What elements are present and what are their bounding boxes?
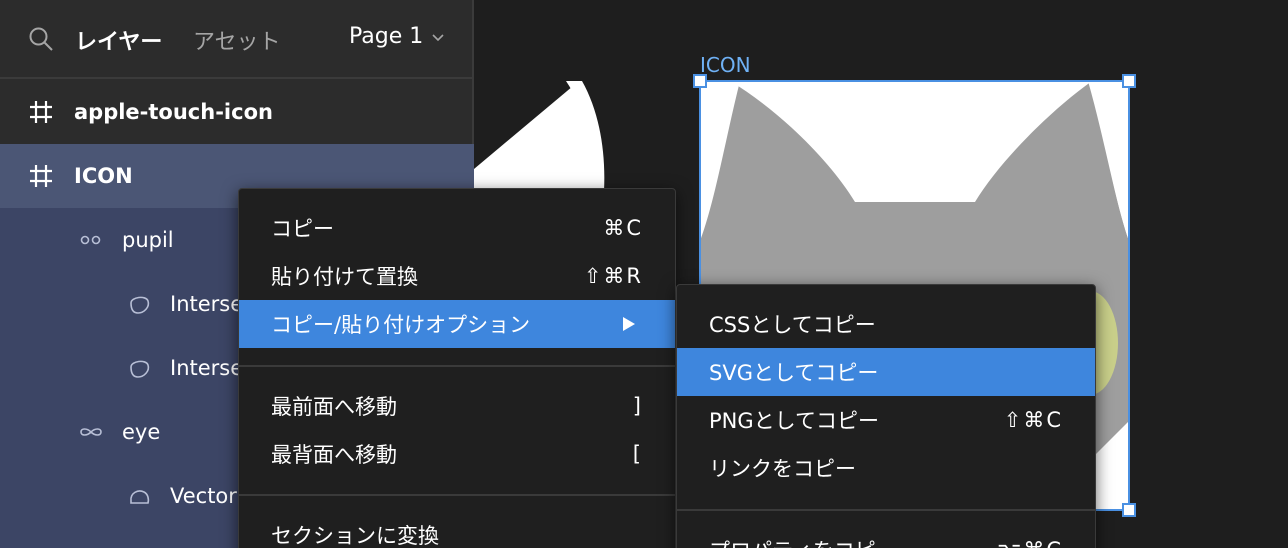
page-selector[interactable]: Page 1 bbox=[349, 24, 445, 49]
resize-handle-top-left[interactable] bbox=[693, 74, 707, 88]
layer-label: apple-touch-icon bbox=[74, 100, 273, 124]
menu-item-shortcut: ⌘C bbox=[603, 216, 643, 240]
menu-item-label: 貼り付けて置換 bbox=[271, 265, 418, 289]
resize-handle-top-right[interactable] bbox=[1122, 74, 1136, 88]
layer-label: eye bbox=[122, 420, 161, 444]
frame-name-label[interactable]: ICON bbox=[700, 53, 751, 77]
boolean-icon bbox=[130, 360, 150, 378]
tab-layers[interactable]: レイヤー bbox=[75, 24, 162, 56]
frame-icon bbox=[30, 101, 52, 123]
layer-label: Interse bbox=[170, 356, 244, 380]
menu-item-shortcut: [ bbox=[632, 442, 643, 466]
group-icon bbox=[80, 428, 102, 436]
apple-touch-icon-artwork bbox=[474, 81, 608, 191]
menu-item-label: コピー/貼り付けオプション bbox=[271, 313, 531, 337]
layer-label: Interse bbox=[170, 292, 244, 316]
menu-item-label: セクションに変換 bbox=[271, 524, 439, 548]
boolean-icon bbox=[130, 296, 150, 314]
menu-item-shortcut: ⇧⌘C bbox=[1003, 408, 1063, 432]
submenu-item-copy-properties[interactable]: プロパティをコピー ⌥⌘C bbox=[677, 526, 1095, 548]
menu-item-send-to-back[interactable]: 最背面へ移動 [ bbox=[239, 430, 675, 478]
menu-item-shortcut: ⌥⌘C bbox=[997, 538, 1063, 548]
layer-label: ICON bbox=[74, 164, 133, 188]
menu-item-convert-to-section[interactable]: セクションに変換 bbox=[239, 511, 675, 548]
copy-paste-submenu: CSSとしてコピー SVGとしてコピー PNGとしてコピー ⇧⌘C リンクをコピ… bbox=[676, 284, 1096, 548]
menu-item-copy-paste-options[interactable]: コピー/貼り付けオプション bbox=[239, 300, 675, 348]
menu-separator bbox=[239, 365, 675, 367]
menu-item-label: SVGとしてコピー bbox=[709, 361, 879, 385]
submenu-item-copy-as-css[interactable]: CSSとしてコピー bbox=[677, 300, 1095, 348]
resize-handle-bottom-right[interactable] bbox=[1122, 503, 1136, 517]
vector-icon bbox=[130, 490, 150, 504]
menu-item-label: コピー bbox=[271, 217, 334, 241]
submenu-item-copy-as-png[interactable]: PNGとしてコピー ⇧⌘C bbox=[677, 396, 1095, 444]
chevron-down-icon bbox=[432, 33, 444, 41]
context-menu: コピー ⌘C 貼り付けて置換 ⇧⌘R コピー/貼り付けオプション 最前面へ移動 … bbox=[238, 188, 676, 548]
menu-item-shortcut: ⇧⌘R bbox=[583, 264, 643, 288]
page-selector-label: Page 1 bbox=[349, 24, 424, 49]
menu-item-label: 最背面へ移動 bbox=[271, 443, 397, 467]
menu-item-label: リンクをコピー bbox=[709, 457, 856, 481]
submenu-item-copy-as-svg[interactable]: SVGとしてコピー bbox=[677, 348, 1095, 396]
layer-row-apple-touch-icon[interactable]: apple-touch-icon bbox=[0, 80, 474, 144]
menu-separator bbox=[677, 509, 1095, 511]
menu-item-label: プロパティをコピー bbox=[709, 535, 897, 548]
layer-label: Vector bbox=[170, 484, 237, 508]
menu-separator bbox=[239, 494, 675, 496]
menu-item-label: CSSとしてコピー bbox=[709, 313, 876, 337]
menu-item-bring-to-front[interactable]: 最前面へ移動 ] bbox=[239, 382, 675, 430]
menu-item-copy[interactable]: コピー ⌘C bbox=[239, 204, 675, 252]
menu-item-shortcut: ] bbox=[632, 394, 643, 418]
search-icon[interactable] bbox=[28, 26, 54, 52]
frame-icon bbox=[30, 165, 52, 187]
menu-item-paste-replace[interactable]: 貼り付けて置換 ⇧⌘R bbox=[239, 252, 675, 300]
submenu-item-copy-link[interactable]: リンクをコピー bbox=[677, 444, 1095, 492]
submenu-arrow-icon bbox=[623, 317, 635, 331]
layer-label: pupil bbox=[122, 228, 174, 252]
layers-panel-header: レイヤー アセット Page 1 bbox=[0, 0, 474, 79]
menu-item-label: PNGとしてコピー bbox=[709, 409, 880, 433]
menu-item-label: 最前面へ移動 bbox=[271, 395, 397, 419]
tab-assets[interactable]: アセット bbox=[193, 24, 281, 56]
group-icon bbox=[80, 235, 101, 245]
